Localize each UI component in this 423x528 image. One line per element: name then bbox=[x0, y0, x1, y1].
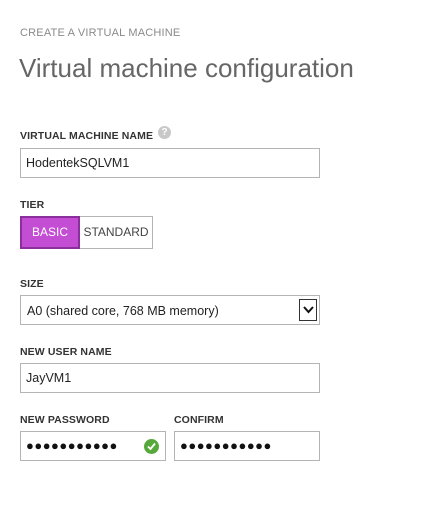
new-password-label: NEW PASSWORD bbox=[20, 414, 110, 426]
confirm-password-label: CONFIRM bbox=[174, 414, 224, 426]
user-name-input[interactable]: JayVM1 bbox=[20, 363, 320, 393]
help-icon[interactable]: ? bbox=[158, 126, 171, 139]
check-circle-icon bbox=[144, 439, 159, 454]
chevron-down-icon[interactable] bbox=[299, 299, 317, 321]
confirm-password-input[interactable]: ●●●●●●●●●●● bbox=[174, 431, 320, 461]
password-mask: ●●●●●●●●●●● bbox=[26, 438, 118, 453]
vm-name-input[interactable]: HodentekSQLVM1 bbox=[20, 148, 320, 178]
tier-label: TIER bbox=[20, 199, 45, 211]
confirm-mask: ●●●●●●●●●●● bbox=[180, 438, 272, 453]
size-select-value: A0 (shared core, 768 MB memory) bbox=[27, 304, 219, 318]
page-title: Virtual machine configuration bbox=[19, 53, 354, 83]
new-password-input[interactable]: ●●●●●●●●●●● bbox=[20, 431, 166, 461]
vm-name-label: VIRTUAL MACHINE NAME bbox=[20, 130, 154, 142]
user-name-label: NEW USER NAME bbox=[20, 346, 112, 358]
tier-toggle-group: BASIC STANDARD bbox=[20, 216, 153, 249]
size-label: SIZE bbox=[20, 278, 44, 290]
tier-basic-button[interactable]: BASIC bbox=[20, 216, 80, 249]
wizard-step-caption: CREATE A VIRTUAL MACHINE bbox=[20, 27, 181, 39]
tier-standard-button[interactable]: STANDARD bbox=[80, 216, 153, 249]
size-select[interactable]: A0 (shared core, 768 MB memory) bbox=[20, 295, 320, 325]
